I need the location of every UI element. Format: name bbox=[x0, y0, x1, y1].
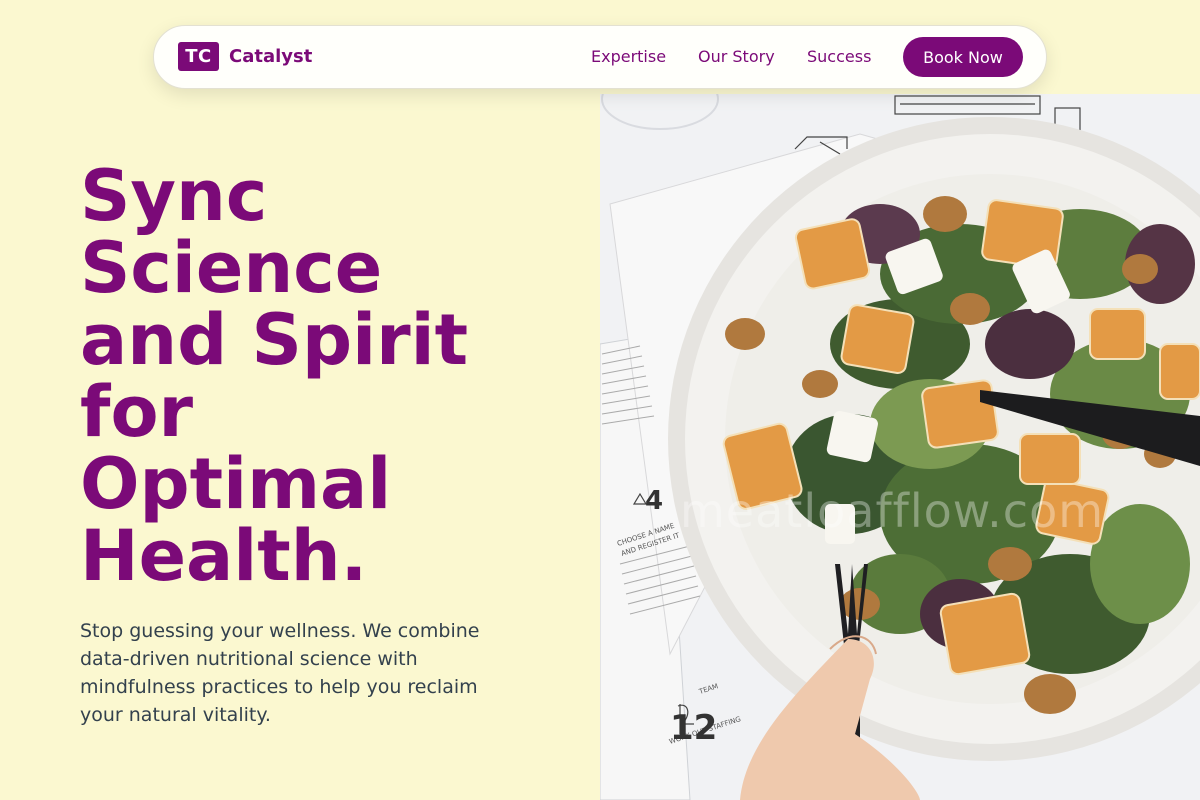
hero-subcopy: Stop guessing your wellness. We combine … bbox=[80, 620, 480, 726]
brand-name: Catalyst bbox=[229, 46, 313, 67]
brand-logo[interactable]: TC Catalyst bbox=[178, 42, 312, 71]
book-now-button[interactable]: Book Now bbox=[903, 37, 1023, 77]
headline-line: Optimal bbox=[80, 443, 392, 525]
hero-headline: Sync Science and Spirit for Optimal Heal… bbox=[80, 160, 580, 592]
nav-link-our-story[interactable]: Our Story bbox=[698, 47, 775, 66]
nav-link-success[interactable]: Success bbox=[807, 47, 871, 66]
headline-line: and Spirit bbox=[80, 299, 469, 381]
brand-mark: TC bbox=[178, 42, 219, 71]
svg-text:12: 12 bbox=[670, 708, 717, 748]
nav-link-expertise[interactable]: Expertise bbox=[591, 47, 666, 66]
headline-line: Sync bbox=[80, 155, 268, 237]
headline-line: for bbox=[80, 371, 194, 453]
headline-line: Science bbox=[80, 227, 383, 309]
image-watermark: meatloafflow.com bbox=[680, 484, 1105, 538]
headline-line: Health. bbox=[80, 515, 368, 597]
hero-salad-image: CHOOSE A NAME AND REGISTER IT WORK OUT S… bbox=[600, 94, 1200, 800]
top-navigation: TC Catalyst Expertise Our Story Success … bbox=[153, 25, 1047, 89]
svg-text:4: 4 bbox=[645, 486, 663, 516]
